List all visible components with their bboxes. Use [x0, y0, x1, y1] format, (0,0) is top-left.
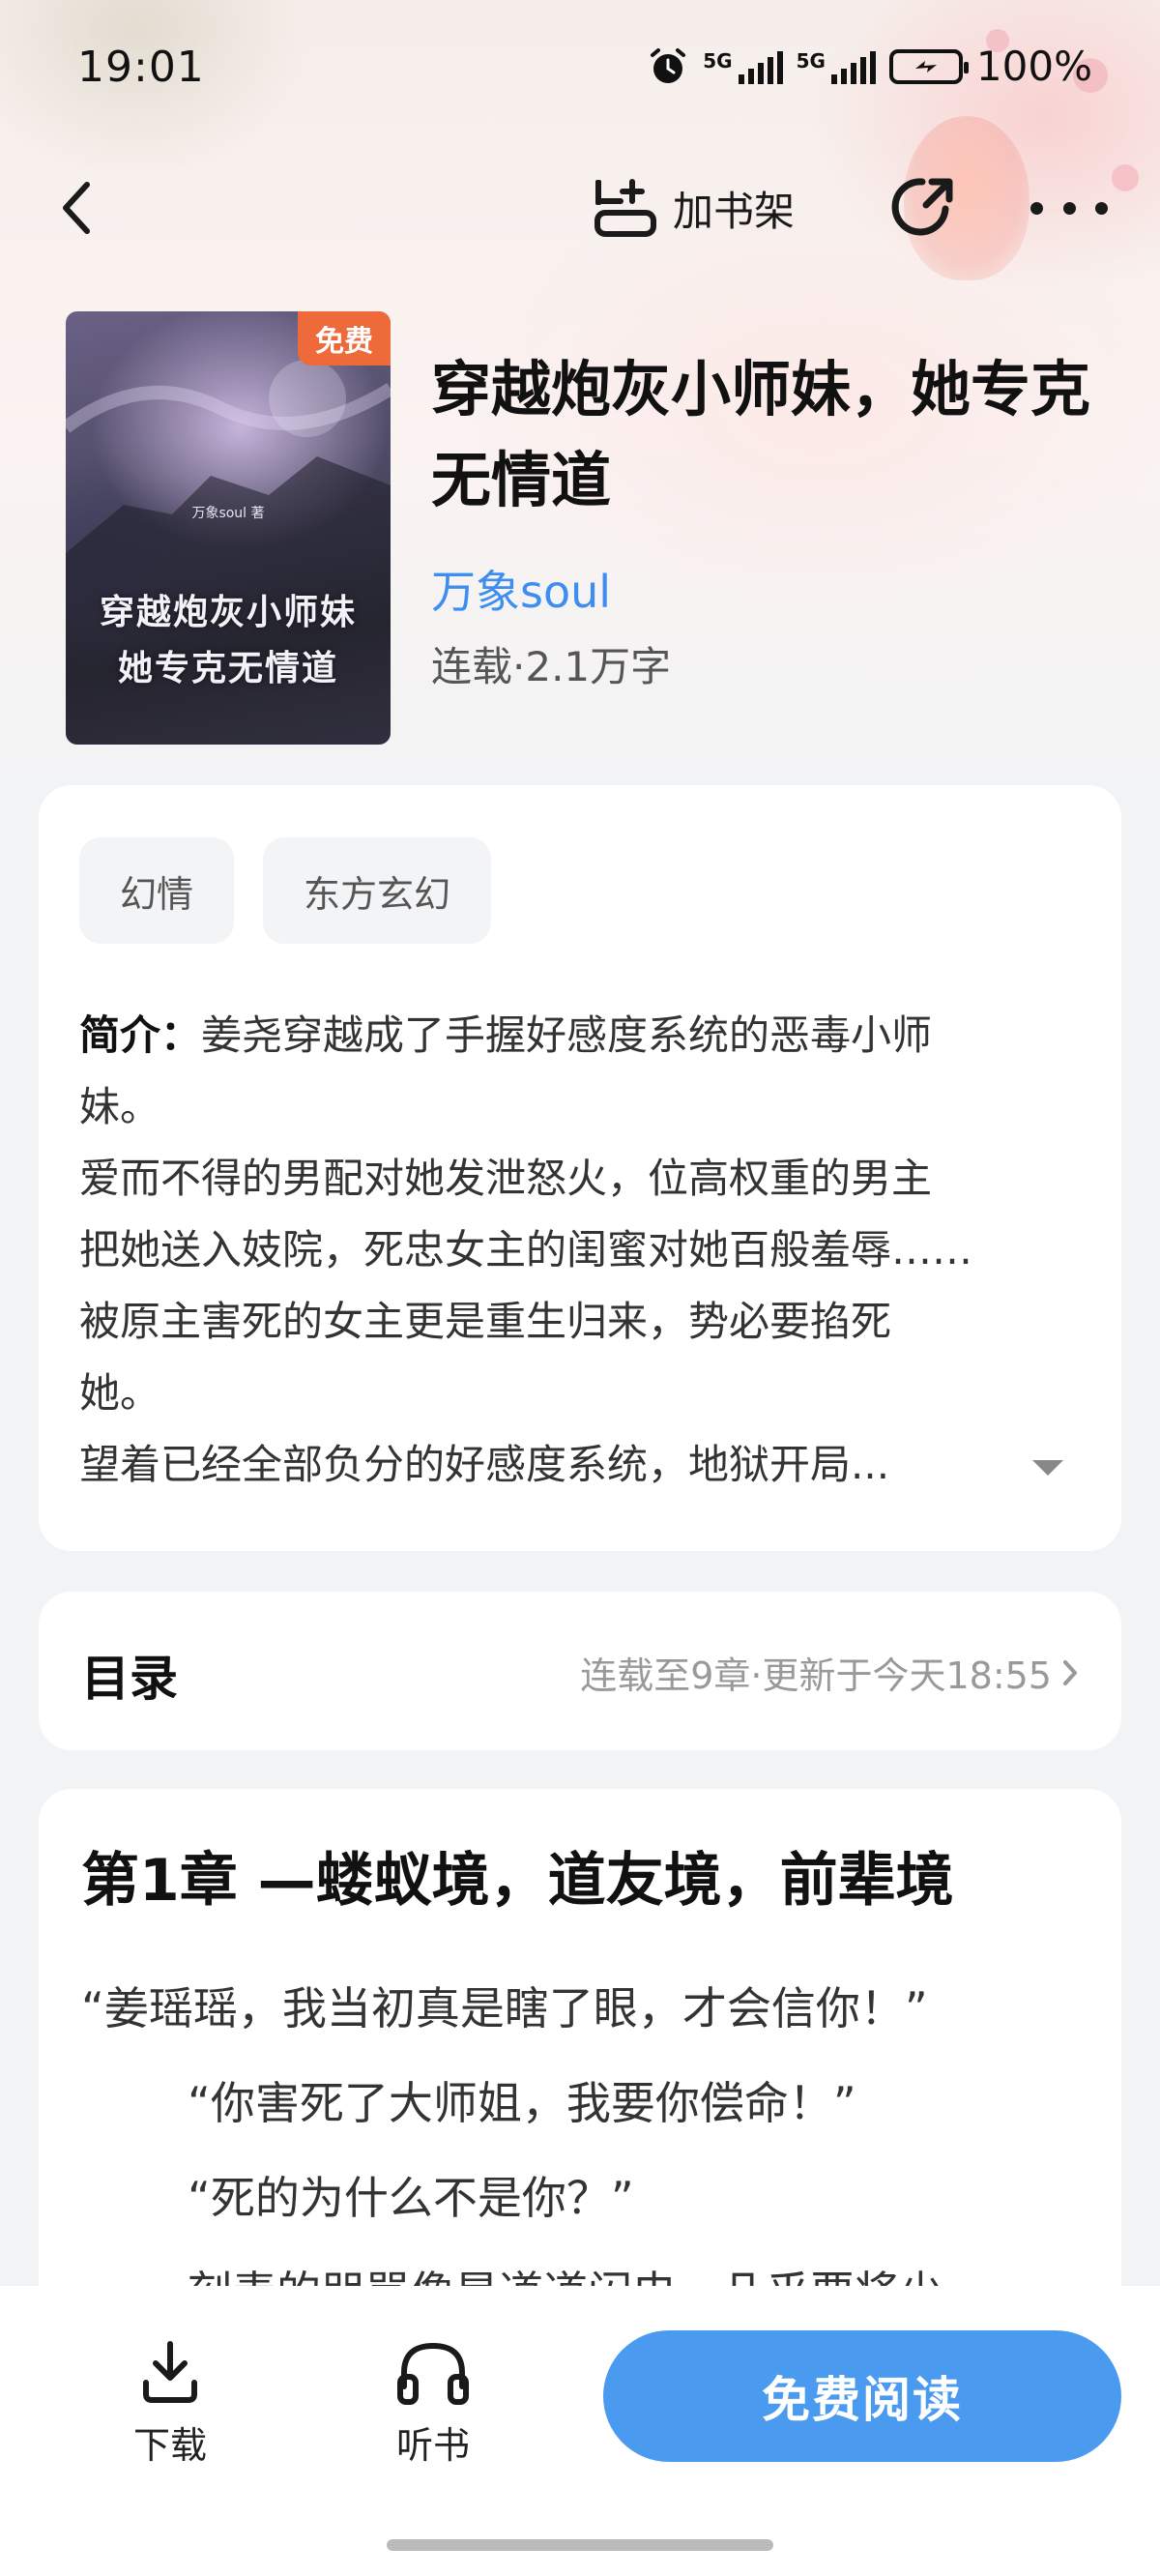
back-button[interactable]	[60, 174, 118, 242]
toc-info-text: 连载至9章·更新于今天18:55	[580, 1654, 1052, 1697]
charging-bolt-icon	[914, 60, 937, 73]
intro-card: 幻情 东方玄幻 简介：姜尧穿越成了手握好感度系统的恶毒小师 妹。 爱而不得的男配…	[39, 785, 1121, 1551]
book-intro[interactable]: 简介：姜尧穿越成了手握好感度系统的恶毒小师 妹。 爱而不得的男配对她发泄怒火，位…	[79, 1000, 1075, 1501]
free-read-button[interactable]: 免费阅读	[603, 2330, 1121, 2462]
status-bar: 19:01 5G 5G 100%	[0, 0, 1160, 145]
headphones-icon	[397, 2342, 469, 2405]
download-label: 下载	[132, 2424, 207, 2467]
table-of-contents-card[interactable]: 目录 连载至9章·更新于今天18:55	[39, 1592, 1121, 1750]
tag-chip[interactable]: 幻情	[79, 837, 235, 944]
download-button[interactable]: 下载	[102, 2338, 238, 2469]
status-time: 19:01	[77, 43, 205, 92]
bookshelf-add-icon	[594, 179, 656, 237]
download-icon	[143, 2341, 197, 2403]
intro-line: 把她送入妓院，死忠女主的闺蜜对她百般羞辱……	[79, 1226, 973, 1273]
book-title: 穿越炮灰小师妹，她专克无情道	[431, 354, 1091, 515]
nav-bar: 加书架	[0, 155, 1160, 261]
chapter-paragraph: “姜瑶瑶，我当初真是瞎了眼，才会信你！”	[81, 1982, 928, 2034]
add-to-shelf-button[interactable]: 加书架	[592, 174, 795, 242]
intro-line: 望着已经全部负分的好感度系统，地狱开局...	[79, 1441, 890, 1488]
tag-chip[interactable]: 东方玄幻	[263, 837, 492, 944]
alarm-icon	[651, 47, 686, 83]
intro-line: 姜尧穿越成了手握好感度系统的恶毒小师	[201, 1011, 933, 1059]
battery-percent: 100%	[975, 43, 1092, 90]
book-author-link[interactable]: 万象soul	[431, 557, 611, 621]
listen-label: 听书	[395, 2424, 470, 2467]
home-indicator[interactable]	[387, 2539, 773, 2551]
free-badge: 免费	[298, 311, 391, 366]
more-dot-icon	[1095, 201, 1108, 215]
intro-line: 她。	[79, 1369, 161, 1417]
cover-title-line1: 穿越炮灰小师妹	[99, 592, 357, 632]
more-options-button[interactable]	[1030, 174, 1108, 242]
signal-label: 5G	[703, 48, 733, 73]
book-detail-screen: 19:01 5G 5G 100% 加书架 万象soul 著 穿越炮灰小师妹 她专…	[0, 0, 1160, 2576]
signal-label: 5G	[796, 48, 826, 73]
more-dot-icon	[1030, 201, 1043, 215]
chevron-right-icon	[1063, 1659, 1077, 1685]
add-to-shelf-label: 加书架	[673, 187, 796, 235]
cover-author: 万象soul 著	[191, 506, 265, 521]
battery-icon	[888, 48, 969, 84]
chapter-title: 第1章 —蝼蚁境，道友境，前辈境	[81, 1847, 954, 1915]
toc-update-info: 连载至9章·更新于今天18:55	[580, 1646, 1079, 1699]
book-meta: 连载·2.1万字	[431, 643, 672, 690]
chapter-paragraph: “死的为什么不是你？”	[188, 2172, 634, 2224]
intro-line: 妹。	[79, 1083, 161, 1130]
listen-button[interactable]: 听书	[365, 2338, 501, 2469]
expand-triangle-icon[interactable]	[1029, 1452, 1067, 1481]
share-icon[interactable]	[887, 172, 959, 244]
back-arrow-icon	[63, 182, 90, 234]
cover-title-line2: 她专克无情道	[117, 648, 338, 688]
bottom-action-bar: 下载 听书 免费阅读	[0, 2286, 1160, 2576]
chapter-body: “姜瑶瑶，我当初真是瞎了眼，才会信你！” “你害死了大师姐，我要你偿命！” “死…	[81, 1961, 1106, 2340]
status-icons: 5G 5G 100%	[647, 43, 1092, 90]
intro-label: 简介：	[79, 1011, 202, 1059]
signal-icon: 5G	[703, 48, 783, 84]
chapter-paragraph: “你害死了大师姐，我要你偿命！”	[188, 2077, 856, 2129]
intro-line: 爱而不得的男配对她发泄怒火，位高权重的男主	[79, 1155, 933, 1202]
book-cover[interactable]: 万象soul 著 穿越炮灰小师妹 她专克无情道	[66, 311, 391, 745]
toc-title: 目录	[81, 1651, 178, 1707]
signal-icon: 5G	[797, 49, 876, 84]
more-dot-icon	[1062, 201, 1076, 215]
intro-line: 被原主害死的女主更是重生归来，势必要掐死	[79, 1298, 892, 1345]
